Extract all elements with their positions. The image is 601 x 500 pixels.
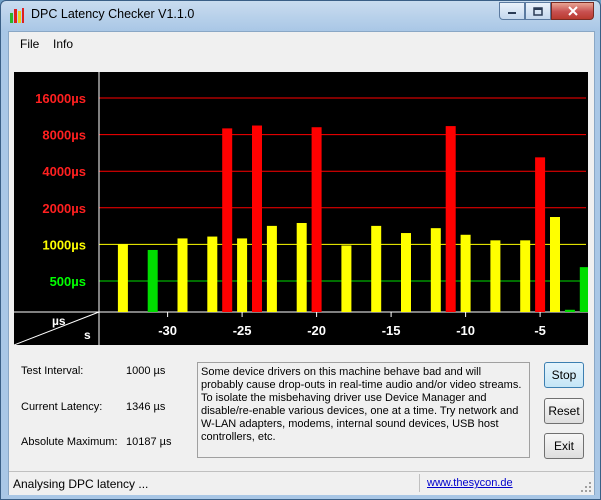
resize-grip-icon[interactable] [580, 481, 592, 493]
latency-bar [445, 126, 456, 312]
latency-bar [296, 222, 307, 312]
reset-button[interactable]: Reset [544, 398, 584, 424]
client-area: File Info 16000µs 8000µs 4000µs 2000µs 1000µ… [8, 31, 595, 495]
x-tick-label: -20 [307, 323, 326, 338]
latency-bar [266, 225, 277, 312]
close-button[interactable] [551, 2, 594, 20]
latency-bar [564, 309, 575, 312]
menu-info[interactable]: Info [53, 37, 73, 51]
latency-bar [177, 238, 188, 312]
corner-label-bottom: s [84, 328, 91, 342]
latency-bar [222, 128, 233, 312]
latency-bar [490, 240, 501, 312]
website-link[interactable]: www.thesycon.de [427, 477, 513, 489]
latency-bar [401, 233, 411, 312]
latency-chart-svg: 16000µs 8000µs 4000µs 2000µs 1000µs 500µs -30 -… [14, 72, 588, 345]
latency-bar [252, 125, 262, 312]
x-tick-label: -15 [382, 323, 401, 338]
latency-bar [237, 238, 248, 312]
minimize-button[interactable] [499, 2, 525, 20]
latency-bar [207, 236, 218, 312]
latency-bar [579, 267, 588, 312]
latency-bar [147, 249, 158, 312]
latency-bar [520, 240, 531, 312]
latency-bar [117, 244, 128, 312]
maximize-icon [533, 6, 543, 16]
status-bar: Analysing DPC latency ... www.thesycon.d… [9, 471, 594, 495]
menu-file[interactable]: File [20, 37, 39, 51]
test-interval-label: Test Interval: [21, 365, 84, 377]
latency-bar [341, 245, 352, 312]
stop-button[interactable]: Stop [544, 362, 584, 388]
current-latency-label: Current Latency: [21, 401, 103, 413]
absolute-maximum-value: 10187 µs [126, 436, 172, 448]
minimize-icon [508, 12, 516, 14]
app-bars-icon [10, 8, 24, 23]
x-tick-label: -25 [233, 323, 252, 338]
app-window: DPC Latency Checker V1.1.0 File Info 160… [0, 0, 601, 500]
exit-button[interactable]: Exit [544, 433, 584, 459]
title-bar[interactable]: DPC Latency Checker V1.1.0 [1, 1, 600, 29]
y-tick-label: 8000µs [42, 128, 86, 143]
menu-bar: File Info [9, 32, 594, 56]
latency-bar [311, 127, 322, 312]
caption-buttons [499, 2, 594, 20]
status-text: Analysing DPC latency ... [13, 477, 149, 491]
current-latency-value: 1346 µs [126, 401, 166, 413]
test-interval-value: 1000 µs [126, 365, 166, 377]
latency-bar [430, 228, 441, 312]
y-tick-label: 1000µs [42, 237, 86, 252]
maximize-button[interactable] [525, 2, 551, 20]
status-separator [419, 474, 420, 492]
description-text: Some device drivers on this machine beha… [197, 362, 530, 458]
latency-bar [460, 234, 471, 312]
x-tick-label: -5 [534, 323, 546, 338]
latency-bar [550, 217, 560, 312]
latency-chart: 16000µs 8000µs 4000µs 2000µs 1000µs 500µs -30 -… [14, 72, 588, 345]
latency-bar [371, 225, 382, 312]
corner-label-top: µs [52, 314, 66, 328]
x-tick-label: -10 [456, 323, 475, 338]
x-tick-label: -30 [158, 323, 177, 338]
y-tick-label: 500µs [50, 274, 86, 289]
absolute-maximum-label: Absolute Maximum: [21, 436, 118, 448]
latency-bar [535, 157, 546, 312]
window-title: DPC Latency Checker V1.1.0 [31, 7, 195, 21]
y-tick-label: 2000µs [42, 201, 86, 216]
y-tick-label: 16000µs [35, 91, 86, 106]
y-tick-label: 4000µs [42, 164, 86, 179]
close-icon [567, 6, 578, 16]
